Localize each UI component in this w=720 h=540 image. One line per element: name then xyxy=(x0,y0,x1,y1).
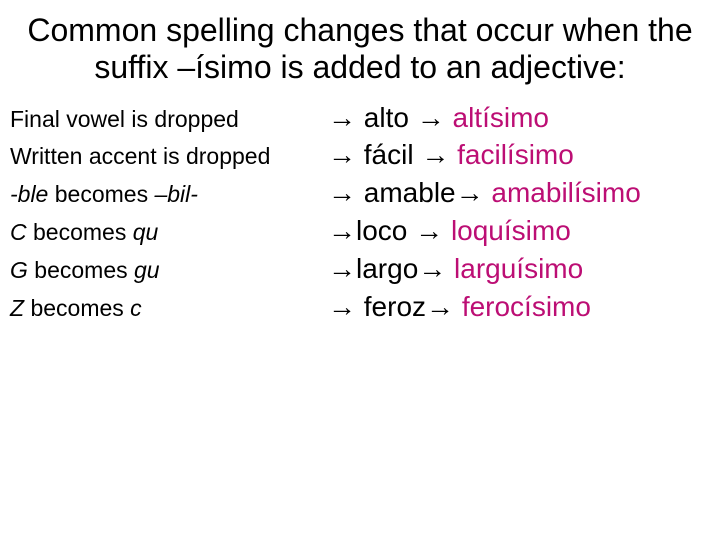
base-word: amable xyxy=(364,177,456,208)
rule-text: G becomes gu xyxy=(10,252,328,289)
rule-row: C becomes qu→loco → loquísimo xyxy=(10,213,710,251)
rule-text: Z becomes c xyxy=(10,290,328,327)
base-word: largo xyxy=(356,253,418,284)
arrow-icon: → xyxy=(328,177,356,208)
page-title: Common spelling changes that occur when … xyxy=(10,12,710,86)
example-text: →loco → loquísimo xyxy=(328,213,571,250)
base-word: feroz xyxy=(364,291,426,322)
rule-row: -ble becomes –bil-→ amable→ amabilísimo xyxy=(10,175,710,213)
example-text: →largo→ larguísimo xyxy=(328,251,583,288)
result-word: altísimo xyxy=(453,102,549,133)
example-text: → alto → altísimo xyxy=(328,100,549,137)
rule-row: Written accent is dropped→ fácil → facil… xyxy=(10,137,710,175)
arrow-icon: → xyxy=(328,253,356,284)
result-word: amabilísimo xyxy=(491,177,640,208)
arrow-icon: → xyxy=(328,139,356,170)
rule-text: C becomes qu xyxy=(10,214,328,251)
rules-list: Final vowel is dropped→ alto → altísimoW… xyxy=(10,100,710,327)
result-word: facilísimo xyxy=(457,139,574,170)
example-text: → amable→ amabilísimo xyxy=(328,175,641,212)
result-word: ferocísimo xyxy=(462,291,591,322)
rule-text: Final vowel is dropped xyxy=(10,101,328,138)
arrow-icon: → xyxy=(328,291,356,322)
rule-row: G becomes gu→largo→ larguísimo xyxy=(10,251,710,289)
arrow-icon: → xyxy=(426,291,454,322)
example-text: → fácil → facilísimo xyxy=(328,137,574,174)
arrow-icon: → xyxy=(415,215,443,246)
rule-text: -ble becomes –bil- xyxy=(10,176,328,213)
arrow-icon: → xyxy=(418,253,446,284)
base-word: fácil xyxy=(364,139,414,170)
example-text: → feroz→ ferocísimo xyxy=(328,289,591,326)
rule-text: Written accent is dropped xyxy=(10,138,328,175)
arrow-icon: → xyxy=(421,139,449,170)
arrow-icon: → xyxy=(328,102,356,133)
result-word: loquísimo xyxy=(451,215,571,246)
base-word: alto xyxy=(364,102,409,133)
arrow-icon: → xyxy=(417,102,445,133)
result-word: larguísimo xyxy=(454,253,583,284)
rule-row: Final vowel is dropped→ alto → altísimo xyxy=(10,100,710,138)
arrow-icon: → xyxy=(328,215,356,246)
rule-row: Z becomes c→ feroz→ ferocísimo xyxy=(10,289,710,327)
base-word: loco xyxy=(356,215,407,246)
arrow-icon: → xyxy=(456,177,484,208)
